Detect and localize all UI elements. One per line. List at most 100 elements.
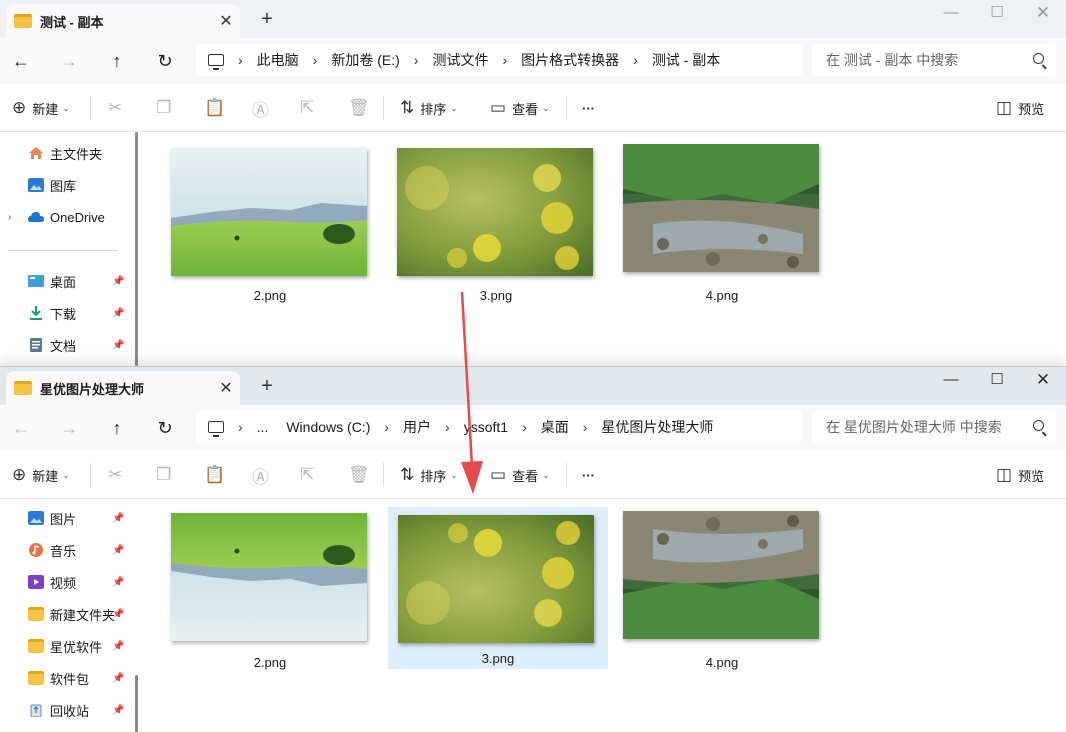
gallery-icon — [28, 178, 44, 192]
up-button[interactable]: ↑ — [102, 46, 132, 76]
preview-button[interactable]: ◫ 预览 — [996, 463, 1044, 487]
breadcrumb-item[interactable]: 图片格式转换器 — [521, 50, 619, 70]
chevron-right-icon[interactable]: › — [238, 419, 243, 435]
chevron-right-icon[interactable]: › — [414, 52, 419, 68]
rename-button[interactable]: Ⓐ — [252, 96, 275, 120]
breadcrumb-item[interactable]: yssoft1 — [464, 419, 508, 435]
new-button[interactable]: ⊕ 新建 ⌄ — [12, 463, 70, 487]
breadcrumb-item[interactable]: 新加卷 (E:) — [331, 50, 399, 70]
breadcrumb-item[interactable]: 测试 - 副本 — [652, 50, 720, 70]
download-icon — [30, 306, 42, 320]
sort-button[interactable]: ⇅ 排序 ⌄ — [400, 96, 458, 120]
sidebar-item-onedrive[interactable]: OneDrive — [28, 206, 128, 228]
chevron-right-icon[interactable]: › — [238, 52, 243, 68]
preview-button[interactable]: ◫ 预览 — [996, 96, 1044, 120]
breadcrumb-item[interactable]: 此电脑 — [257, 50, 299, 70]
chevron-right-icon[interactable]: › — [313, 52, 318, 68]
chevron-right-icon[interactable]: › — [502, 52, 507, 68]
minimize-button[interactable]: — — [928, 0, 974, 28]
breadcrumb-item[interactable]: Windows (C:) — [286, 419, 370, 435]
tab-close-icon[interactable]: ✕ — [212, 11, 240, 31]
breadcrumb-overflow[interactable]: ... — [257, 419, 269, 435]
title-bar: 测试 - 副本 ✕ + — ☐ ✕ — [0, 0, 1066, 38]
delete-button[interactable]: 🗑 — [348, 96, 376, 120]
view-button[interactable]: ▭ 查看 ⌄ — [490, 463, 550, 487]
refresh-button[interactable]: ↻ — [150, 413, 180, 443]
file-tile[interactable]: 2.png — [145, 509, 367, 673]
tab-current[interactable]: 星优图片处理大师 ✕ — [6, 371, 240, 405]
chevron-right-icon[interactable]: › — [522, 419, 527, 435]
maximize-button[interactable]: ☐ — [974, 0, 1020, 28]
chevron-right-icon[interactable]: › — [583, 419, 588, 435]
chevron-right-icon[interactable]: › — [633, 52, 638, 68]
chevron-right-icon[interactable]: › — [384, 419, 389, 435]
share-button[interactable]: ⇱ — [300, 96, 320, 120]
breadcrumb-item[interactable]: 星优图片处理大师 — [601, 417, 713, 437]
file-tile[interactable]: 4.png — [597, 509, 819, 673]
tab-title: 星优图片处理大师 — [40, 381, 145, 397]
new-label: 新建 — [32, 468, 59, 484]
more-options-button[interactable]: ··· — [582, 463, 595, 487]
plus-circle-icon: ⊕ — [12, 465, 27, 484]
new-tab-button[interactable]: + — [256, 375, 278, 397]
file-tile-selected[interactable]: 3.png — [388, 507, 608, 669]
back-button[interactable]: ← — [6, 413, 36, 443]
refresh-button[interactable]: ↻ — [150, 46, 180, 76]
cut-button[interactable]: ✂ — [108, 463, 128, 487]
new-label: 新建 — [32, 101, 59, 117]
close-window-button[interactable]: ✕ — [1020, 367, 1066, 395]
search-icon — [1033, 53, 1044, 64]
search-input[interactable]: 在 测试 - 副本 中搜索 — [812, 44, 1056, 76]
explorer-window-2: 星优图片处理大师 ✕ + — ☐ ✕ ← → ↑ ↻ › ... Windows… — [0, 366, 1066, 732]
close-window-button[interactable]: ✕ — [1020, 0, 1066, 28]
tab-current[interactable]: 测试 - 副本 ✕ — [6, 4, 240, 38]
address-bar[interactable]: › 此电脑 › 新加卷 (E:) › 测试文件 › 图片格式转换器 › 测试 -… — [196, 44, 802, 76]
trash-icon: 🗑 — [348, 465, 370, 484]
forward-button[interactable]: → — [54, 46, 84, 76]
folder-icon — [28, 607, 44, 621]
share-icon: ⇱ — [300, 465, 315, 484]
new-tab-button[interactable]: + — [256, 8, 278, 30]
file-tile[interactable]: 2.png — [145, 142, 367, 306]
breadcrumb-item[interactable]: 测试文件 — [432, 50, 488, 70]
paste-button[interactable]: 📋 — [204, 463, 231, 487]
toolbar-divider — [383, 463, 384, 487]
sidebar-label: 新建文件夹 — [50, 607, 116, 623]
view-label: 查看 — [512, 468, 539, 484]
sidebar-item-gallery[interactable]: 图库 — [28, 174, 128, 196]
cut-button[interactable]: ✂ — [108, 96, 128, 120]
rename-button[interactable]: Ⓐ — [252, 463, 275, 487]
share-button[interactable]: ⇱ — [300, 463, 320, 487]
chevron-right-icon[interactable]: › — [445, 419, 450, 435]
paste-button[interactable]: 📋 — [204, 96, 231, 120]
maximize-button[interactable]: ☐ — [974, 367, 1020, 395]
sidebar-item-home[interactable]: 主文件夹 — [28, 142, 128, 164]
sort-button[interactable]: ⇅ 排序 ⌄ — [400, 463, 458, 487]
breadcrumb-item[interactable]: 桌面 — [541, 417, 569, 437]
view-button[interactable]: ▭ 查看 ⌄ — [490, 96, 550, 120]
new-button[interactable]: ⊕ 新建 ⌄ — [12, 96, 70, 120]
back-button[interactable]: ← — [6, 46, 36, 76]
toolbar-divider — [383, 96, 384, 120]
tab-close-icon[interactable]: ✕ — [212, 378, 240, 398]
copy-button[interactable]: ❐ — [156, 96, 177, 120]
address-bar[interactable]: › ... Windows (C:) › 用户 › yssoft1 › 桌面 ›… — [196, 411, 802, 443]
breadcrumb-item[interactable]: 用户 — [403, 417, 431, 437]
search-input[interactable]: 在 星优图片处理大师 中搜索 — [812, 411, 1056, 443]
copy-button[interactable]: ❐ — [156, 463, 177, 487]
up-button[interactable]: ↑ — [102, 413, 132, 443]
sidebar-scrollbar[interactable] — [135, 132, 138, 366]
more-options-button[interactable]: ··· — [582, 96, 595, 120]
pin-icon: 📌 — [112, 545, 125, 556]
desktop-icon — [28, 275, 44, 287]
forward-button[interactable]: → — [54, 413, 84, 443]
file-tile[interactable]: 4.png — [597, 142, 819, 306]
minimize-button[interactable]: — — [928, 367, 974, 395]
file-tile[interactable]: 3.png — [371, 142, 593, 306]
sidebar-divider — [8, 250, 118, 251]
sidebar-scrollbar[interactable] — [135, 675, 138, 732]
title-bar: 星优图片处理大师 ✕ + — ☐ ✕ — [0, 367, 1066, 405]
chevron-down-icon: ⌄ — [62, 469, 70, 480]
chevron-right-icon[interactable]: › — [8, 212, 11, 223]
delete-button[interactable]: 🗑 — [348, 463, 376, 487]
